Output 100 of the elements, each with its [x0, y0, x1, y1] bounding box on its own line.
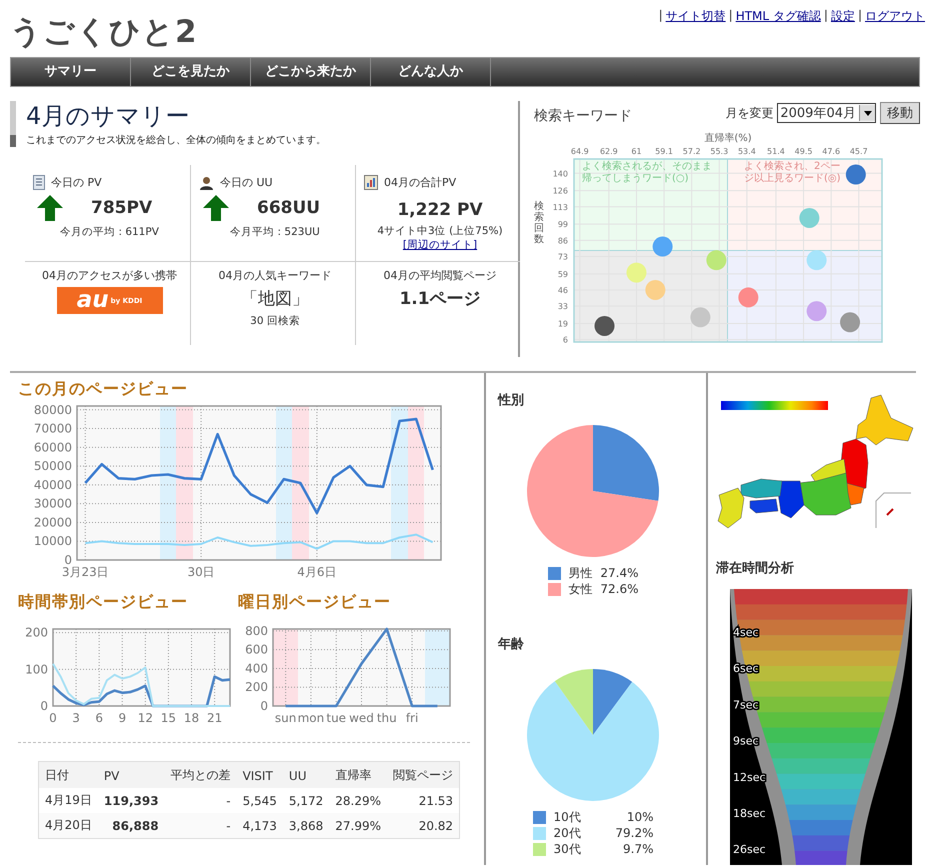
x-axis-label: 51.4: [767, 147, 785, 156]
nav-tab[interactable]: サマリー: [11, 58, 131, 86]
bubble: [806, 301, 827, 322]
column-header: 直帰率: [329, 762, 388, 788]
section-title: この月のページビュー: [18, 379, 189, 400]
y-axis-label: 0: [64, 553, 72, 567]
legend-value: 27.4%: [599, 566, 638, 580]
stat-note: 今月の平均 : 611PV: [60, 225, 159, 239]
y-axis-label: 70000: [34, 422, 72, 436]
x-axis-label: wed: [349, 711, 374, 725]
bubble: [799, 208, 820, 228]
bubble: [652, 236, 673, 257]
nearby-sites-link[interactable]: [周辺のサイト]: [402, 238, 478, 252]
x-axis-label: 4月6日: [297, 565, 337, 579]
report-icon: [364, 175, 378, 190]
y-axis-label: 73: [558, 252, 568, 262]
link-separator: |: [824, 8, 828, 24]
column-header: PV: [98, 762, 165, 788]
stat-value: 1.1ページ: [399, 288, 481, 310]
y-axis-label: 46: [558, 286, 568, 295]
legend-label: 20代: [554, 824, 582, 842]
legend-label: 男性: [568, 564, 594, 582]
x-axis-label: thu: [376, 711, 397, 725]
y-axis-label: 19: [558, 320, 568, 328]
bubble: [594, 316, 614, 336]
page-title: 4月のサマリー: [26, 101, 190, 131]
section-title: 曜日別ページビュー: [238, 592, 392, 613]
y-axis-label: 10000: [34, 534, 72, 548]
legend-label: 10代: [554, 808, 582, 826]
stat-label: 04月の合計PV: [384, 175, 456, 190]
y-axis-label: 126: [552, 186, 568, 196]
stat-label: 04月の人気キーワード: [218, 268, 332, 283]
page-subtitle: これまでのアクセス状況を総合し、全体の傾向をまとめています。: [26, 134, 327, 147]
section-title: 年齢: [498, 636, 525, 653]
stat-label: 今日の PV: [51, 175, 102, 190]
nav-tab[interactable]: どこから来たか: [251, 58, 371, 86]
y-axis-label: 33: [558, 302, 568, 312]
move-button[interactable]: 移動: [880, 102, 920, 124]
x-axis-label: 53.4: [738, 147, 756, 156]
x-axis-label: 49.5: [794, 147, 812, 156]
header-link[interactable]: 設定: [830, 8, 855, 25]
table-cell: 86,888: [98, 813, 165, 838]
caret-icon: [864, 110, 872, 116]
x-axis-label: 15: [160, 711, 176, 725]
bubble: [645, 280, 666, 300]
table-cell: 20.82: [387, 813, 460, 838]
stat-value: 668UU: [257, 198, 320, 218]
logo-text: au: [76, 289, 109, 312]
y-axis-label: 40000: [34, 478, 72, 492]
y-axis-label: 99: [558, 220, 568, 230]
stat-label: 04月のアクセスが多い携帯: [42, 268, 177, 283]
x-axis-label: 3月23日: [62, 565, 109, 579]
stat-note: 30 回検索: [250, 314, 300, 328]
y-axis-label: 800: [245, 624, 268, 638]
bubble: [706, 250, 726, 270]
legend-label: 30代: [554, 840, 582, 858]
header-link[interactable]: HTML タグ確認: [736, 8, 821, 25]
time-label: 26sec: [733, 843, 766, 856]
table-cell: 5,172: [282, 788, 330, 813]
y-axis-label: 80000: [34, 402, 72, 417]
table-cell: 5,545: [236, 788, 283, 813]
stat-note: 今月平均 : 523UU: [230, 225, 320, 239]
x-axis-label: 47.6: [822, 147, 840, 156]
y-axis-label: 20000: [34, 515, 72, 530]
table-cell: 4,173: [236, 813, 283, 838]
x-axis-label: tue: [326, 711, 346, 725]
section-title: 検索キーワード: [534, 107, 632, 125]
section-title: 時間帯別ページビュー: [18, 592, 189, 613]
stat-label: 今日の UU: [220, 175, 273, 190]
y-axis-label: 60000: [34, 440, 72, 454]
link-separator: |: [858, 8, 862, 24]
x-axis-label: fri: [406, 711, 418, 725]
table-cell: 3,868: [282, 813, 330, 838]
bubble: [846, 164, 866, 185]
x-axis-label: 55.3: [710, 147, 728, 156]
y-axis-label: 59: [558, 270, 568, 279]
section-title: 性別: [498, 392, 525, 409]
x-axis-label: 0: [49, 711, 57, 725]
header-link[interactable]: ログアウト: [865, 8, 925, 25]
x-axis-label: 57.2: [682, 147, 701, 156]
y-axis-label: 113: [552, 202, 568, 212]
x-axis-label: 59.1: [655, 147, 673, 156]
stat-value: 785PV: [91, 198, 152, 218]
table-cell: -: [164, 788, 237, 813]
month-select[interactable]: 2009年04月: [777, 103, 876, 123]
table-cell: 21.53: [387, 788, 460, 813]
table-cell: -: [164, 813, 237, 838]
x-axis-label: 64.9: [570, 147, 589, 156]
column-header: VISIT: [236, 762, 283, 788]
time-label: 4sec: [733, 626, 759, 639]
header-link[interactable]: サイト切替: [666, 8, 726, 25]
nav-tab[interactable]: どこを見たか: [131, 58, 251, 86]
column-header: UU: [282, 762, 330, 788]
y-axis-label: 0: [260, 699, 268, 713]
table-cell: 28.29%: [329, 788, 388, 813]
quadrant-label: よく検索されるが、そのまま帰ってしまうワード(○): [582, 161, 712, 184]
legend-label: 女性: [568, 580, 594, 598]
x-axis-label: 62.9: [600, 147, 618, 156]
nav-tab[interactable]: どんな人か: [371, 58, 491, 86]
y-axis-label: 6: [562, 336, 568, 345]
